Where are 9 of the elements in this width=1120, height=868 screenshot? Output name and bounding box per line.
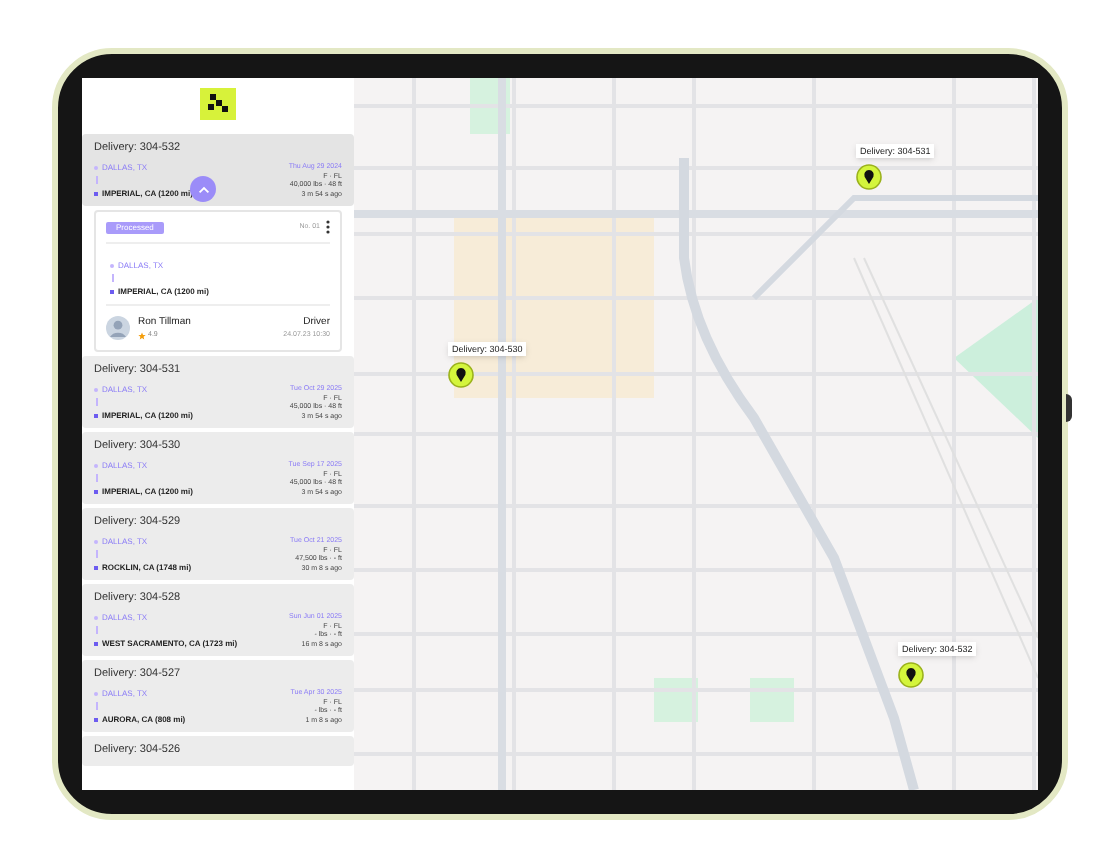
map-pin-icon[interactable] [898, 662, 924, 688]
park-area [750, 678, 794, 722]
map-pin-icon[interactable] [856, 164, 882, 190]
map-pin-icon[interactable] [448, 362, 474, 388]
logo-icon [200, 88, 236, 120]
park-area [954, 298, 1038, 438]
chevron-up-icon [197, 185, 209, 193]
star-icon [138, 331, 146, 340]
avatar-icon [106, 316, 130, 341]
